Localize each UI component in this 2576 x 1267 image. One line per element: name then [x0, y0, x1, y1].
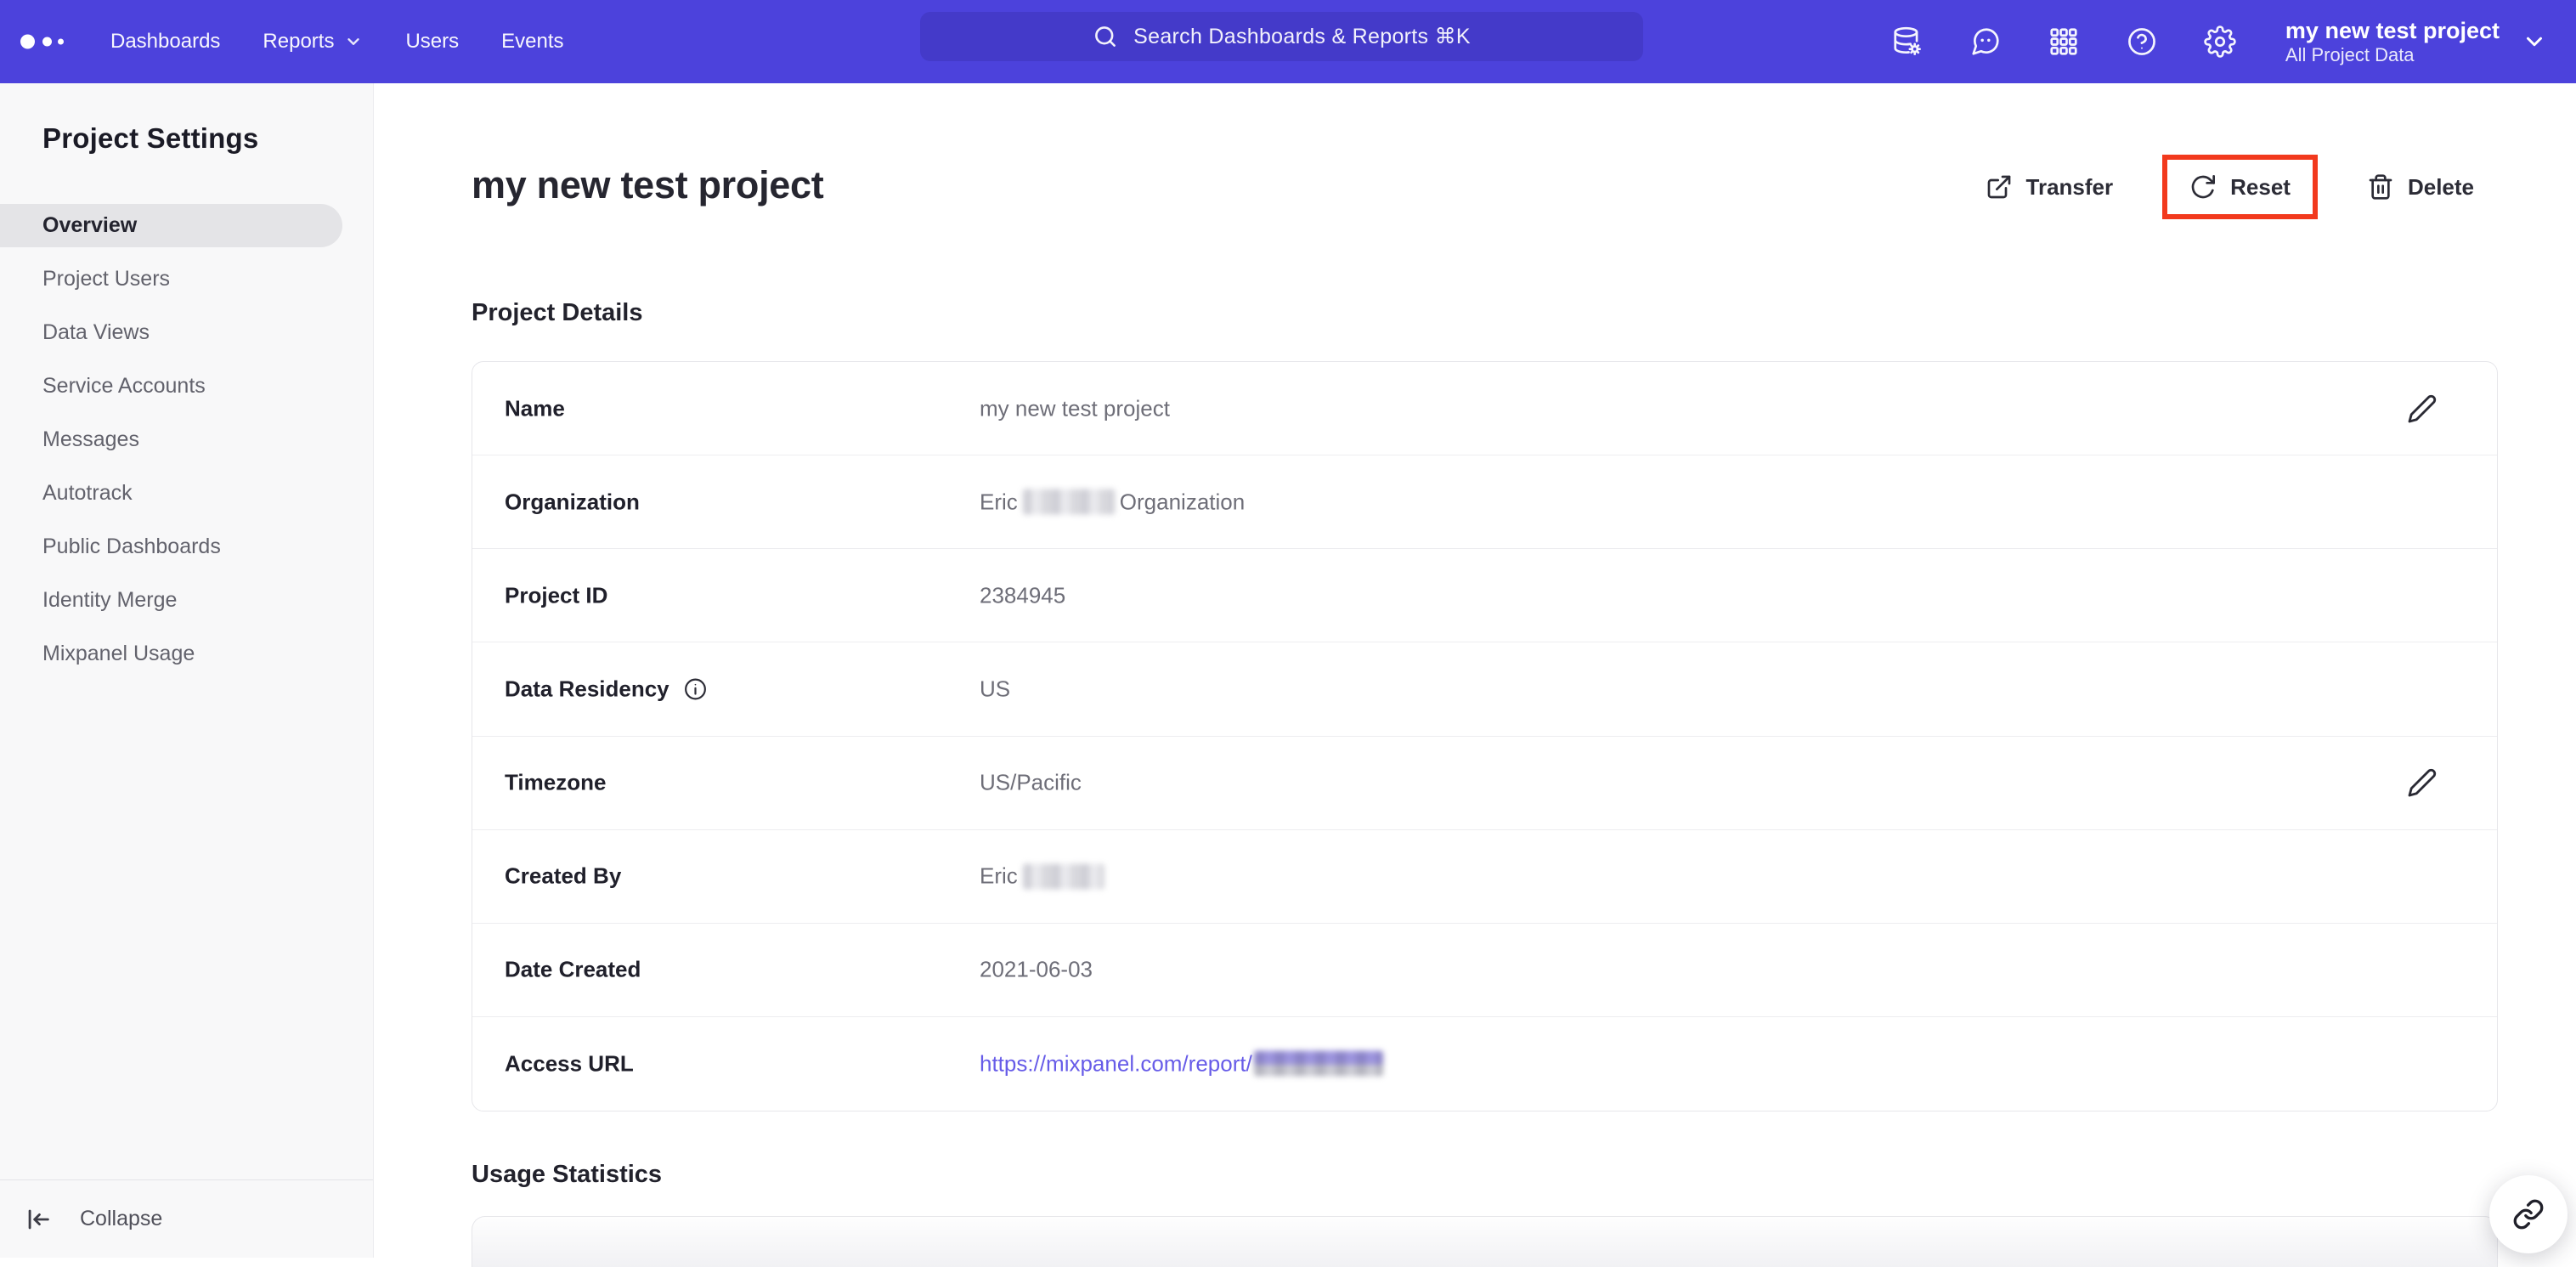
- help-icon[interactable]: [2126, 25, 2158, 58]
- data-management-icon[interactable]: [1891, 25, 1924, 58]
- reset-button[interactable]: Reset: [2189, 173, 2291, 201]
- nav-item-reports[interactable]: Reports: [263, 30, 363, 54]
- value-suffix: Organization: [1120, 489, 1245, 515]
- edit-name-button[interactable]: [2407, 393, 2438, 424]
- redacted-text: [1023, 489, 1115, 515]
- detail-value: 2021-06-03: [980, 957, 1093, 983]
- detail-row-created-by: Created By Eric: [472, 830, 2497, 924]
- nav-item-label: Dashboards: [110, 30, 220, 54]
- search-placeholder: Search Dashboards & Reports ⌘K: [1133, 24, 1471, 49]
- sidebar-item-project-users[interactable]: Project Users: [0, 257, 342, 301]
- detail-label: Organization: [505, 489, 640, 515]
- pencil-icon: [2407, 767, 2438, 798]
- edit-timezone-button[interactable]: [2407, 767, 2438, 798]
- collapse-sidebar-button[interactable]: Collapse: [0, 1179, 373, 1258]
- feedback-icon[interactable]: [1969, 25, 2002, 58]
- sidebar-item-overview[interactable]: Overview: [0, 204, 342, 247]
- detail-row-name: Name my new test project: [472, 362, 2497, 455]
- detail-row-timezone: Timezone US/Pacific: [472, 737, 2497, 830]
- redacted-text: [1023, 863, 1104, 889]
- sidebar-item-mixpanel-usage[interactable]: Mixpanel Usage: [0, 632, 342, 676]
- detail-row-organization: Organization Eric Organization: [472, 455, 2497, 549]
- sidebar-item-identity-merge[interactable]: Identity Merge: [0, 579, 342, 622]
- search-icon: [1093, 24, 1118, 49]
- value-prefix: Eric: [980, 489, 1018, 515]
- detail-label: Data Residency: [505, 676, 708, 702]
- nav-item-label: Reports: [263, 30, 334, 54]
- usage-statistics-card: [472, 1216, 2498, 1267]
- current-project-name: my new test project: [2285, 17, 2500, 44]
- value-prefix: Eric: [980, 863, 1018, 890]
- nav-item-events[interactable]: Events: [501, 30, 563, 54]
- project-switcher[interactable]: my new test project All Project Data: [2285, 17, 2547, 67]
- reset-highlight-box: Reset: [2162, 155, 2318, 219]
- sidebar-item-data-views[interactable]: Data Views: [0, 311, 342, 354]
- transfer-icon: [1986, 173, 2013, 201]
- collapse-label: Collapse: [80, 1207, 162, 1231]
- detail-value: US/Pacific: [980, 770, 1082, 796]
- section-project-details: Project Details: [472, 299, 642, 327]
- transfer-label: Transfer: [2026, 174, 2114, 201]
- nav-item-dashboards[interactable]: Dashboards: [110, 30, 220, 54]
- nav-item-users[interactable]: Users: [405, 30, 459, 54]
- detail-row-date-created: Date Created 2021-06-03: [472, 924, 2497, 1017]
- detail-label: Created By: [505, 863, 621, 890]
- detail-value: https://mixpanel.com/report/: [980, 1050, 1388, 1077]
- settings-sidebar: Project Settings Overview Project Users …: [0, 83, 374, 1258]
- project-actions: Transfer Reset Delete: [1986, 151, 2474, 223]
- delete-button[interactable]: Delete: [2367, 173, 2474, 201]
- detail-label: Timezone: [505, 770, 606, 796]
- nav-item-label: Events: [501, 30, 563, 54]
- chevron-down-icon: [2522, 29, 2547, 54]
- detail-row-project-id: Project ID 2384945: [472, 549, 2497, 642]
- detail-label: Access URL: [505, 1050, 634, 1077]
- info-icon[interactable]: [683, 676, 708, 701]
- transfer-button[interactable]: Transfer: [1986, 173, 2114, 201]
- detail-label: Name: [505, 395, 565, 421]
- page-title: my new test project: [472, 163, 823, 207]
- detail-value: my new test project: [980, 395, 1170, 421]
- sidebar-title: Project Settings: [0, 83, 373, 155]
- detail-label: Date Created: [505, 957, 641, 983]
- detail-value: Eric Organization: [980, 489, 1245, 515]
- primary-nav: Dashboards Reports Users Events: [110, 30, 564, 54]
- current-project-scope: All Project Data: [2285, 44, 2500, 66]
- detail-label: Project ID: [505, 582, 607, 608]
- copy-link-fab[interactable]: [2489, 1175, 2568, 1253]
- reset-label: Reset: [2230, 174, 2291, 201]
- sidebar-item-public-dashboards[interactable]: Public Dashboards: [0, 525, 342, 568]
- nav-right-cluster: my new test project All Project Data: [1891, 0, 2547, 83]
- detail-label-text: Data Residency: [505, 676, 669, 702]
- mixpanel-logo-icon[interactable]: [20, 26, 68, 57]
- access-url-link[interactable]: https://mixpanel.com/report/: [980, 1050, 1252, 1077]
- detail-row-data-residency: Data Residency US: [472, 642, 2497, 736]
- trash-icon: [2367, 173, 2394, 201]
- collapse-icon: [24, 1205, 53, 1234]
- project-details-card: Name my new test project Organization Er…: [472, 361, 2498, 1111]
- sidebar-item-service-accounts[interactable]: Service Accounts: [0, 365, 342, 408]
- delete-label: Delete: [2408, 174, 2474, 201]
- pencil-icon: [2407, 393, 2438, 424]
- nav-item-label: Users: [405, 30, 459, 54]
- redacted-text: [1254, 1051, 1383, 1077]
- chevron-down-icon: [344, 32, 363, 51]
- detail-value: US: [980, 676, 1010, 702]
- detail-value: 2384945: [980, 582, 1065, 608]
- section-usage-statistics: Usage Statistics: [472, 1161, 662, 1189]
- sidebar-item-autotrack[interactable]: Autotrack: [0, 472, 342, 515]
- sidebar-nav: Overview Project Users Data Views Servic…: [0, 204, 373, 676]
- detail-row-access-url: Access URL https://mixpanel.com/report/: [472, 1017, 2497, 1111]
- reset-icon: [2189, 173, 2217, 201]
- sidebar-item-messages[interactable]: Messages: [0, 418, 342, 461]
- global-search-input[interactable]: Search Dashboards & Reports ⌘K: [920, 12, 1643, 61]
- settings-gear-icon[interactable]: [2204, 25, 2236, 58]
- apps-grid-icon[interactable]: [2048, 25, 2080, 58]
- top-nav: Dashboards Reports Users Events Search D…: [0, 0, 2576, 83]
- detail-value: Eric: [980, 863, 1110, 890]
- link-icon: [2512, 1198, 2545, 1230]
